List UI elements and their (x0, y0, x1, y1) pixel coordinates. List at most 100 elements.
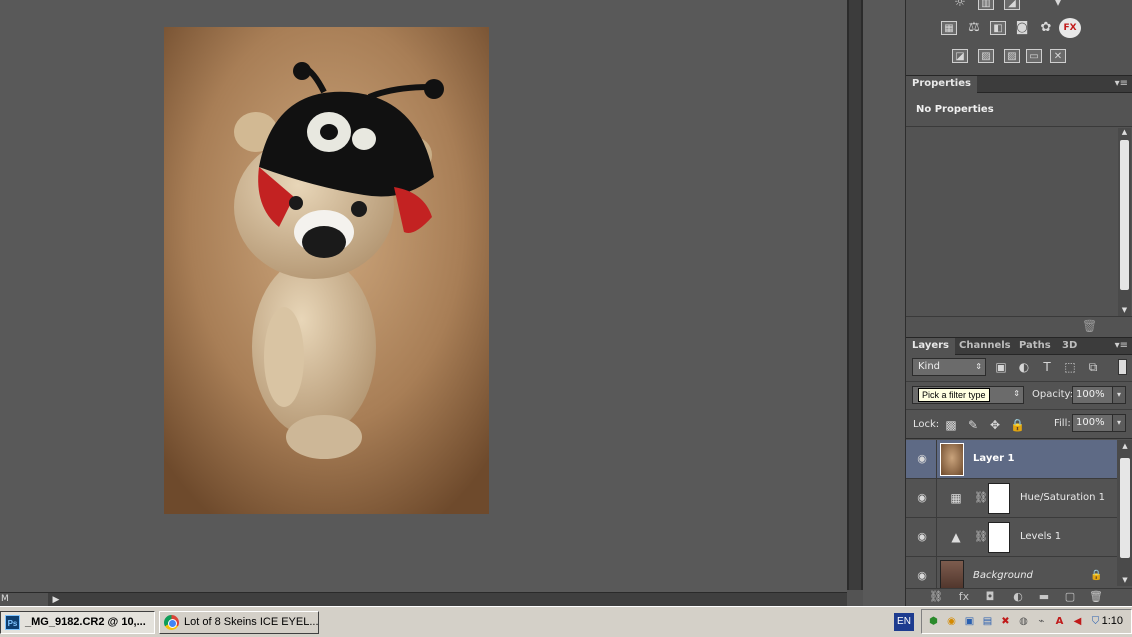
scrollbar-thumb[interactable] (1120, 140, 1129, 290)
curves-icon[interactable]: ◢ (1004, 0, 1020, 10)
posterize-icon[interactable]: ▨ (978, 49, 994, 63)
document-canvas[interactable] (0, 0, 847, 592)
layer-row-levels-1[interactable]: ◉ ▲ ⛓ Levels 1 (906, 518, 1117, 557)
invert-icon[interactable]: ◪ (952, 49, 968, 63)
shape-layer-filter-icon[interactable]: ⬚ (1063, 360, 1077, 374)
adjustment-layer-filter-icon[interactable]: ◐ (1017, 360, 1031, 374)
layers-scrollbar[interactable]: ▲ ▼ (1117, 440, 1132, 586)
link-layers-icon[interactable]: ⛓ (928, 590, 944, 604)
lock-position-icon[interactable]: ✥ (988, 418, 1002, 432)
opacity-label: Opacity: (1032, 389, 1074, 400)
scrollbar-thumb[interactable] (849, 0, 861, 590)
layer-mask-thumbnail[interactable] (988, 522, 1010, 553)
scroll-up-icon[interactable]: ▲ (1118, 128, 1131, 138)
panel-menu-icon[interactable]: ▾≡ (1115, 340, 1128, 351)
tab-layers[interactable]: Layers (906, 338, 955, 355)
scroll-down-icon[interactable]: ▼ (1118, 306, 1131, 316)
document-image[interactable] (164, 27, 489, 514)
levels-icon[interactable]: ▥ (978, 0, 994, 10)
layer-mask-thumbnail[interactable] (988, 483, 1010, 514)
visibility-eye-icon[interactable]: ◉ (915, 491, 929, 505)
lock-transparent-pixels-icon[interactable]: ▩ (944, 418, 958, 432)
layer-name[interactable]: Levels 1 (1020, 531, 1061, 542)
color-balance-icon[interactable]: ⚖ (966, 21, 982, 35)
tab-3d[interactable]: 3D (1056, 338, 1083, 355)
ati-catalyst-icon[interactable]: A (1052, 614, 1067, 629)
brightness-icon[interactable]: ☼ (952, 0, 968, 10)
network-icon[interactable]: ▣ (962, 614, 977, 629)
channel-mixer-icon[interactable]: ✿ (1038, 21, 1054, 35)
taskbar-item-photoshop[interactable]: Ps _MG_9182.CR2 @ 10,... (0, 611, 155, 634)
new-layer-icon[interactable]: ▢ (1062, 590, 1078, 604)
opacity-input[interactable]: 100% (1072, 386, 1116, 404)
taskbar-clock[interactable]: 1:10 (1102, 615, 1123, 627)
hue-saturation-icon[interactable]: ▦ (941, 21, 957, 35)
layer-name[interactable]: Background (973, 570, 1033, 581)
layer-filter-kind-select[interactable]: Kind ⇕ (912, 358, 986, 376)
status-bar: M ▶ (0, 592, 847, 607)
right-panel-dock: ☼ ▥ ◢ ▾ ▦ ⚖ ◧ ◙ ✿ FX ◪ ▨ ▨ ▭ ✕ Propertie… (905, 0, 1132, 606)
canvas-vertical-scrollbar[interactable] (847, 0, 863, 606)
delete-adjustment-icon[interactable]: 🗑 (1082, 319, 1097, 333)
properties-footer (906, 316, 1132, 336)
gradient-map-icon[interactable]: ▭ (1026, 49, 1042, 63)
properties-tabbar: Properties ▾≡ (906, 75, 1132, 93)
layer-row-layer-1[interactable]: ◉ Layer 1 (906, 440, 1117, 479)
panel-menu-icon[interactable]: ▾≡ (1115, 78, 1128, 89)
divider (936, 518, 937, 557)
color-lookup-icon[interactable]: FX (1059, 18, 1081, 38)
security-icon[interactable]: ⬢ (926, 614, 941, 629)
pixel-layer-filter-icon[interactable]: ▣ (994, 360, 1008, 374)
mask-link-icon[interactable]: ⛓ (974, 491, 988, 504)
filter-toggle-switch[interactable] (1118, 359, 1127, 375)
language-indicator[interactable]: EN (894, 613, 914, 631)
network-disconnected-icon[interactable]: ✖ (998, 614, 1013, 629)
drive-icon[interactable]: ◍ (1016, 614, 1031, 629)
layer-name[interactable]: Hue/Saturation 1 (1020, 492, 1105, 503)
photo-filter-icon[interactable]: ◙ (1014, 21, 1030, 35)
fill-dropdown-icon[interactable]: ▾ (1112, 414, 1126, 432)
properties-scrollbar[interactable]: ▲ ▼ (1118, 128, 1131, 316)
type-layer-filter-icon[interactable]: T (1040, 360, 1054, 374)
new-adjustment-layer-icon[interactable]: ◐ (1010, 590, 1026, 604)
select-arrows-icon: ⇕ (975, 362, 982, 371)
exposure-icon[interactable]: ▾ (1050, 0, 1066, 10)
delete-layer-icon[interactable]: 🗑 (1088, 590, 1104, 604)
layer-thumbnail[interactable] (940, 443, 964, 476)
visibility-eye-icon[interactable]: ◉ (915, 530, 929, 544)
zoom-readout[interactable]: M (0, 593, 48, 607)
threshold-icon[interactable]: ▨ (1004, 49, 1020, 63)
lock-all-icon[interactable]: 🔒 (1010, 418, 1025, 432)
tab-channels[interactable]: Channels (953, 338, 1017, 355)
levels-adjustment-icon[interactable]: ▲ (948, 530, 964, 544)
hue-saturation-adjustment-icon[interactable]: ▦ (948, 491, 964, 505)
scroll-down-icon[interactable]: ▼ (1117, 576, 1132, 584)
adjustments-row-2: ▦ ⚖ ◧ ◙ ✿ FX (906, 15, 1132, 41)
mask-link-icon[interactable]: ⛓ (974, 530, 988, 543)
lock-image-pixels-icon[interactable]: ✎ (966, 418, 980, 432)
layer-style-fx-icon[interactable]: fx (956, 590, 972, 604)
scrollbar-thumb[interactable] (1120, 458, 1130, 558)
layer-name[interactable]: Layer 1 (973, 453, 1014, 464)
selective-color-icon[interactable]: ✕ (1050, 49, 1066, 63)
usb-icon[interactable]: ⌁ (1034, 614, 1049, 629)
status-menu-arrow-icon[interactable]: ▶ (49, 593, 63, 607)
add-mask-icon[interactable]: ◘ (982, 590, 998, 604)
fill-label: Fill: (1054, 418, 1071, 429)
new-group-icon[interactable]: ▬ (1036, 590, 1052, 604)
taskbar-item-chrome[interactable]: Lot of 8 Skeins ICE EYEL... (159, 611, 319, 634)
scroll-up-icon[interactable]: ▲ (1117, 442, 1132, 450)
fill-input[interactable]: 100% (1072, 414, 1116, 432)
divider (906, 126, 1132, 127)
display-icon[interactable]: ▤ (980, 614, 995, 629)
black-white-icon[interactable]: ◧ (990, 21, 1006, 35)
volume-muted-icon[interactable]: ◀ (1070, 614, 1085, 629)
tab-properties[interactable]: Properties (906, 76, 977, 93)
update-icon[interactable]: ◉ (944, 614, 959, 629)
visibility-eye-icon[interactable]: ◉ (915, 452, 929, 466)
layer-row-hue-saturation-1[interactable]: ◉ ▦ ⛓ Hue/Saturation 1 (906, 479, 1117, 518)
tab-paths[interactable]: Paths (1013, 338, 1057, 355)
opacity-dropdown-icon[interactable]: ▾ (1112, 386, 1126, 404)
smart-object-filter-icon[interactable]: ⧉ (1086, 360, 1100, 374)
visibility-eye-icon[interactable]: ◉ (915, 569, 929, 583)
